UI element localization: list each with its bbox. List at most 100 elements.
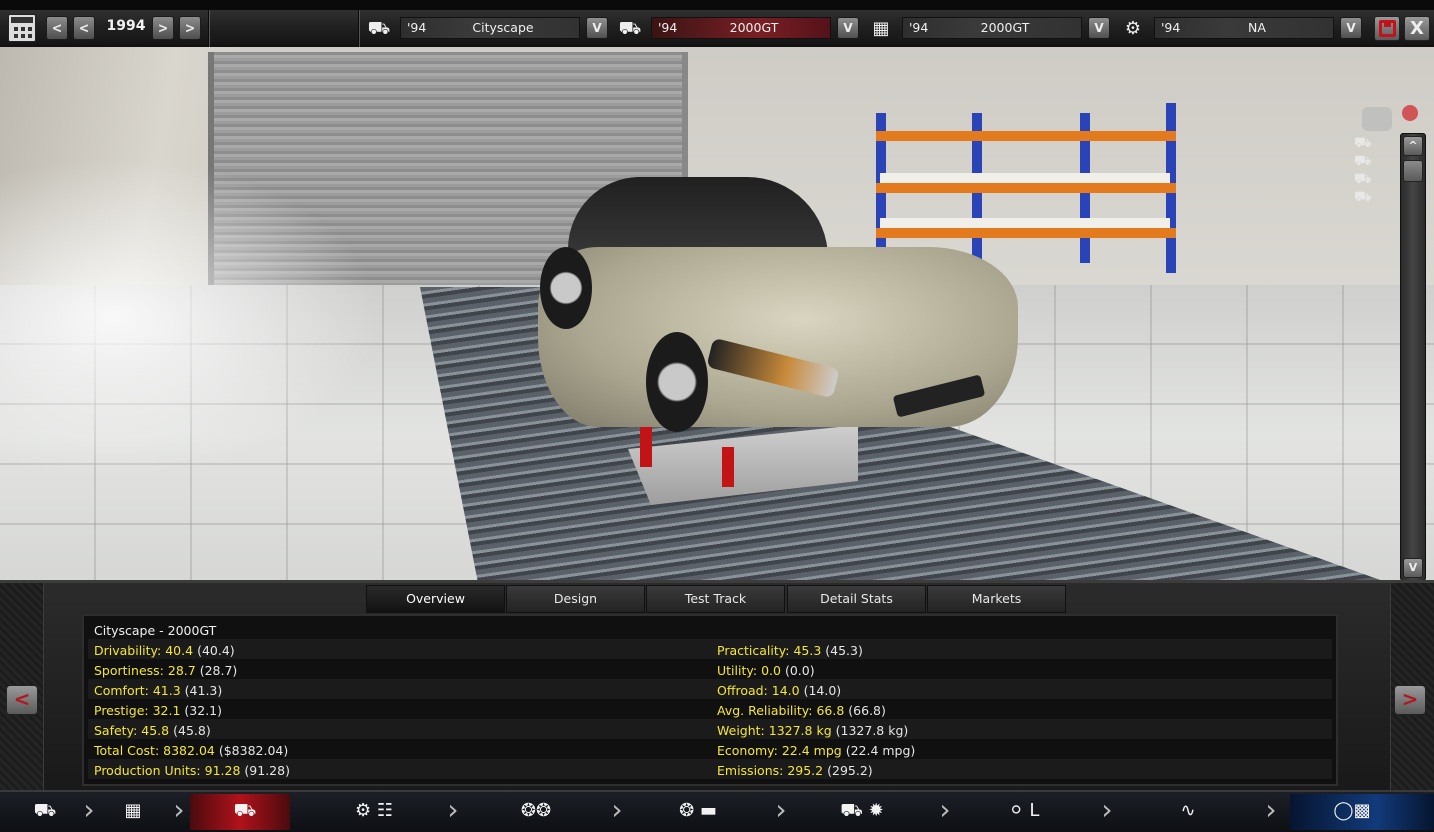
- tab-design[interactable]: Design: [506, 585, 645, 613]
- scroll-down-button[interactable]: V: [1403, 558, 1423, 578]
- row-stripe: [88, 639, 1332, 659]
- car-body-icon[interactable]: ⛟: [228, 798, 262, 824]
- stat-value: 45.8: [141, 723, 170, 738]
- year-prev-button[interactable]: <: [73, 16, 95, 40]
- stat-label: Comfort:: [94, 683, 149, 698]
- save-button[interactable]: [1374, 16, 1400, 41]
- interior-icon[interactable]: ⚪ L: [996, 798, 1052, 824]
- top-strip: [0, 0, 1434, 10]
- stat-value: 41.3: [152, 683, 181, 698]
- stat-value: 8382.04: [163, 743, 215, 758]
- car-wheel: [540, 247, 592, 329]
- tab-markets[interactable]: Markets: [927, 585, 1066, 613]
- chassis-name: 2000GT: [980, 20, 1030, 35]
- record-icon[interactable]: [1402, 105, 1418, 121]
- stat-base-value: (0.0): [784, 663, 815, 678]
- car-view-icon[interactable]: ⛟: [1354, 171, 1394, 189]
- chassis-selector[interactable]: '94 2000GT: [902, 17, 1082, 39]
- body-dropdown-button[interactable]: V: [837, 17, 859, 39]
- stat-base-value: ($8382.04): [218, 743, 289, 758]
- stat-base-value: (14.0): [803, 683, 842, 698]
- chassis-icon: ▦: [872, 18, 890, 39]
- finish-flag-icon[interactable]: ◯▩: [1322, 798, 1382, 824]
- chevron-right-icon: ›: [1265, 793, 1277, 826]
- stat-value: 40.4: [165, 643, 194, 658]
- engine-name: NA: [1248, 20, 1266, 35]
- stat-value: 32.1: [152, 703, 181, 718]
- car-designer-window: < < 1994 > > ⛟ '94 Cityscape V ⛟ '94 200…: [0, 0, 1434, 832]
- stat-label: Offroad:: [717, 683, 768, 698]
- calendar-icon[interactable]: [8, 14, 36, 42]
- chevron-right-icon: ›: [83, 793, 95, 826]
- engine-gearbox-icon[interactable]: ⚙ ☷: [344, 798, 404, 824]
- stat-base-value: (45.3): [825, 643, 863, 658]
- stat-value: 28.7: [167, 663, 196, 678]
- tire-brakes-icon[interactable]: ❂ ▬: [664, 798, 732, 824]
- body-selector[interactable]: '94 2000GT: [651, 17, 831, 39]
- prev-car-button[interactable]: <: [6, 685, 38, 715]
- suspension-icon[interactable]: ∿: [1170, 798, 1206, 824]
- row-stripe: [88, 719, 1332, 739]
- stat-label: Drivability:: [94, 643, 162, 658]
- chassis-dropdown-button[interactable]: V: [1088, 17, 1110, 39]
- stat-line: Emissions: 295.2 (295.2): [717, 763, 873, 778]
- stat-base-value: (32.1): [184, 703, 223, 718]
- car-model-preview[interactable]: [528, 177, 1028, 477]
- stat-line: Drivability: 40.4 (40.4): [94, 643, 235, 658]
- car-title: Cityscape - 2000GT: [94, 623, 217, 638]
- engine-selector[interactable]: '94 NA: [1154, 17, 1334, 39]
- next-car-button[interactable]: >: [1394, 685, 1426, 715]
- model-dropdown-button[interactable]: V: [586, 17, 608, 39]
- model-selector[interactable]: '94 Cityscape: [400, 17, 580, 39]
- stat-label: Weight:: [717, 723, 765, 738]
- car-view-icon[interactable]: ⛟: [1354, 135, 1394, 153]
- car-view-icon[interactable]: ⛟: [1354, 189, 1394, 207]
- year-prev-fast-button[interactable]: <: [46, 16, 68, 40]
- scroll-up-button[interactable]: ^: [1403, 136, 1423, 156]
- divider: [358, 10, 360, 47]
- stat-label: Total Cost:: [94, 743, 160, 758]
- car-model-icon: ⛟: [367, 18, 391, 39]
- stat-line: Prestige: 32.1 (32.1): [94, 703, 222, 718]
- stat-line: Safety: 45.8 (45.8): [94, 723, 211, 738]
- tab-detail-stats[interactable]: Detail Stats: [787, 585, 926, 613]
- divider: [208, 10, 210, 47]
- close-button[interactable]: X: [1404, 16, 1430, 41]
- stat-label: Economy:: [717, 743, 778, 758]
- year-next-button[interactable]: >: [152, 16, 174, 40]
- chevron-right-icon: ›: [1101, 793, 1113, 826]
- model-name: Cityscape: [472, 20, 534, 35]
- engine-year: '94: [1161, 20, 1181, 35]
- stat-base-value: (1327.8 kg): [835, 723, 909, 738]
- stat-line: Utility: 0.0 (0.0): [717, 663, 815, 678]
- year-next-fast-button[interactable]: >: [179, 16, 201, 40]
- chassis-icon[interactable]: ▦: [116, 798, 150, 824]
- tab-test-track[interactable]: Test Track: [646, 585, 785, 613]
- viewport-scrollbar[interactable]: ^ V: [1400, 133, 1426, 580]
- stat-value: 66.8: [816, 703, 845, 718]
- tab-overview[interactable]: Overview: [366, 585, 505, 613]
- car-model-icon[interactable]: ⛟: [28, 798, 62, 824]
- design-step-nav: ⛟ › ▦ › ⛟ › ⚙ ☷ › ❂❂ › ❂ ▬ › ⛟ ✹ › ⚪ L ›…: [0, 790, 1434, 832]
- stat-base-value: (45.8): [173, 723, 211, 738]
- body-year: '94: [658, 20, 678, 35]
- engine-dropdown-button[interactable]: V: [1340, 17, 1362, 39]
- stat-line: Offroad: 14.0 (14.0): [717, 683, 841, 698]
- stat-label: Practicality:: [717, 643, 790, 658]
- chevron-right-icon: ›: [173, 793, 185, 826]
- stat-label: Safety:: [94, 723, 138, 738]
- 3d-garage-viewport[interactable]: ⛟ ⛟ ⛟ ⛟ ^ V ✖: [0, 47, 1434, 580]
- wheels-icon[interactable]: ❂❂: [508, 798, 564, 824]
- camera-icon[interactable]: [1362, 107, 1392, 131]
- car-view-icon[interactable]: ⛟: [1354, 153, 1394, 171]
- stat-label: Prestige:: [94, 703, 149, 718]
- stat-line: Comfort: 41.3 (41.3): [94, 683, 222, 698]
- aero-cooling-icon[interactable]: ⛟ ✹: [806, 798, 918, 824]
- stat-label: Production Units:: [94, 763, 201, 778]
- scroll-thumb[interactable]: [1403, 160, 1423, 182]
- stat-line: Avg. Reliability: 66.8 (66.8): [717, 703, 886, 718]
- chevron-right-icon: ›: [447, 793, 459, 826]
- car-body-icon: ⛟: [618, 18, 642, 39]
- chevron-right-icon: ›: [939, 793, 951, 826]
- sunlight-patch: [0, 157, 380, 477]
